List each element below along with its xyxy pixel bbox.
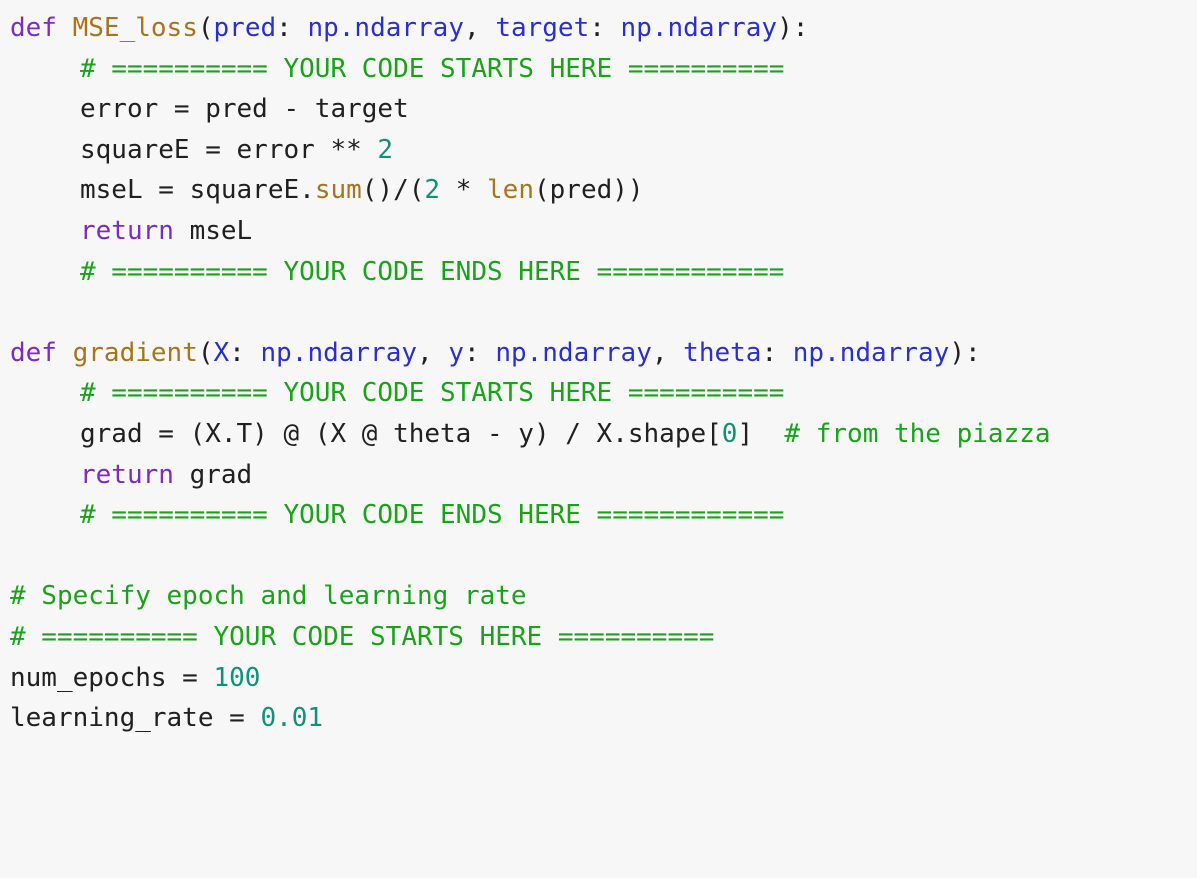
code-text: grad = (X.T) @ (X @ theta - y) / X.shape… bbox=[80, 418, 722, 449]
param-name: pred bbox=[213, 13, 277, 43]
comment: # Specify epoch and learning rate bbox=[10, 581, 527, 612]
keyword: def bbox=[10, 13, 57, 43]
type-annotation: np.ndarray bbox=[792, 337, 950, 368]
code-line-13: # ========== YOUR CODE ENDS HERE =======… bbox=[10, 495, 1197, 536]
code-line-16: # ========== YOUR CODE STARTS HERE =====… bbox=[10, 617, 1197, 658]
builtin-call: len bbox=[487, 175, 534, 206]
keyword: return bbox=[80, 459, 174, 490]
code-text: learning_rate = bbox=[10, 703, 261, 734]
keyword: def bbox=[10, 337, 57, 368]
comment: # ========== YOUR CODE STARTS HERE =====… bbox=[80, 53, 785, 84]
code-line-7: # ========== YOUR CODE ENDS HERE =======… bbox=[10, 252, 1197, 293]
type-annotation: np.ndarray bbox=[620, 13, 778, 43]
code-text: grad bbox=[173, 459, 253, 490]
code-text: * bbox=[440, 175, 488, 206]
comment: # ========== YOUR CODE ENDS HERE =======… bbox=[80, 256, 785, 287]
number-literal: 0.01 bbox=[260, 703, 324, 734]
type-annotation: np.ndarray bbox=[307, 13, 464, 43]
param-name: y bbox=[448, 337, 464, 368]
function-name: gradient bbox=[72, 337, 198, 368]
number-literal: 2 bbox=[424, 175, 441, 206]
code-line-3: error = pred - target bbox=[10, 89, 1197, 130]
code-line-9: def gradient(X: np.ndarray, y: np.ndarra… bbox=[10, 337, 981, 368]
code-text: error = pred - target bbox=[80, 94, 409, 125]
code-text: num_epochs = bbox=[10, 662, 214, 693]
code-line-10: # ========== YOUR CODE STARTS HERE =====… bbox=[10, 373, 1197, 414]
param-name: X bbox=[213, 337, 230, 368]
code-text: mseL = squareE. bbox=[80, 175, 315, 206]
code-line-18: learning_rate = 0.01 bbox=[10, 698, 1197, 739]
type-annotation: np.ndarray bbox=[495, 337, 652, 368]
code-editor[interactable]: def MSE_loss(pred: np.ndarray, target: n… bbox=[0, 0, 1197, 878]
number-literal: 2 bbox=[377, 134, 394, 165]
code-text: mseL bbox=[173, 215, 253, 246]
code-text: (pred)) bbox=[534, 175, 644, 206]
code-line-2: # ========== YOUR CODE STARTS HERE =====… bbox=[10, 49, 1197, 90]
code-line-5: mseL = squareE.sum()/(2 * len(pred)) bbox=[10, 170, 1197, 211]
comment: # ========== YOUR CODE STARTS HERE =====… bbox=[80, 378, 785, 409]
code-line-12: return grad bbox=[10, 455, 1197, 496]
code-line-17: num_epochs = 100 bbox=[10, 658, 1197, 699]
keyword: return bbox=[80, 215, 174, 246]
type-annotation: np.ndarray bbox=[260, 337, 418, 368]
code-text: ] bbox=[737, 418, 785, 449]
number-literal: 0 bbox=[721, 418, 738, 449]
function-name: MSE_loss bbox=[72, 13, 198, 43]
comment: # ========== YOUR CODE STARTS HERE =====… bbox=[10, 621, 715, 652]
builtin-call: sum bbox=[314, 175, 362, 206]
code-line-15: # Specify epoch and learning rate bbox=[10, 576, 1197, 617]
code-line-11: grad = (X.T) @ (X @ theta - y) / X.shape… bbox=[10, 414, 1197, 455]
number-literal: 100 bbox=[213, 662, 261, 693]
param-name: target bbox=[495, 13, 590, 43]
param-name: theta bbox=[683, 337, 762, 368]
comment: # from the piazza bbox=[784, 418, 1051, 449]
code-line-4: squareE = error ** 2 bbox=[10, 130, 1197, 171]
code-line-6: return mseL bbox=[10, 211, 1197, 252]
code-text: ()/( bbox=[361, 175, 425, 206]
code-text: squareE = error ** bbox=[80, 134, 378, 165]
comment: # ========== YOUR CODE ENDS HERE =======… bbox=[80, 500, 785, 531]
code-line-1: def MSE_loss(pred: np.ndarray, target: n… bbox=[10, 13, 809, 43]
